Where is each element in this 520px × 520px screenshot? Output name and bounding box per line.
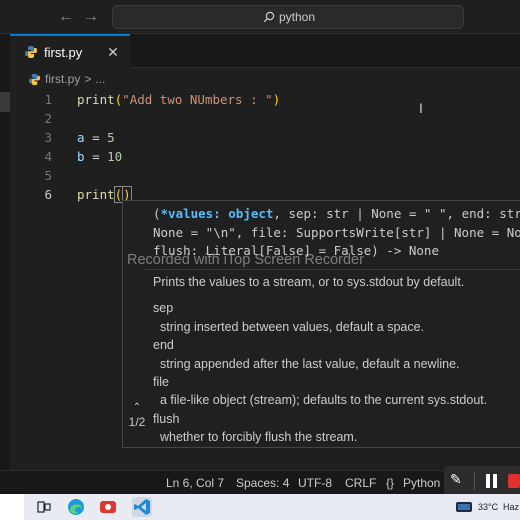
python-icon	[28, 73, 41, 85]
code-text: print("Add two NUmbers : ")	[77, 92, 281, 107]
overload-count: 1/2	[128, 415, 146, 429]
signature-docs: Prints the values to a stream, or to sys…	[153, 273, 520, 447]
activity-bar	[0, 34, 10, 470]
signature-help-popup: (*values: object, sep: str | None = " ",…	[122, 200, 520, 448]
code-line: 1 print("Add two NUmbers : ")	[10, 90, 520, 109]
pen-icon[interactable]: ✎	[450, 471, 462, 488]
code-line: 2	[10, 109, 520, 128]
param-name: sep	[153, 301, 174, 316]
task-view-icon[interactable]	[34, 497, 54, 517]
status-encoding[interactable]: UTF-8	[298, 471, 332, 495]
recorder-app-icon[interactable]	[98, 497, 118, 517]
divider	[143, 269, 520, 270]
command-center-search[interactable]: python	[112, 5, 464, 29]
search-icon	[263, 11, 275, 23]
arrow-left-icon[interactable]: ←	[55, 6, 77, 28]
status-spaces[interactable]: Spaces: 4	[236, 471, 289, 495]
status-position[interactable]: Ln 6, Col 7	[166, 471, 224, 495]
line-number: 4	[44, 149, 52, 164]
activity-marker	[0, 92, 10, 112]
code-line: 5	[10, 166, 520, 185]
taskbar: 33°C Haz	[0, 494, 520, 520]
param-name: end	[153, 338, 174, 353]
recorder-controls: ✎	[444, 466, 520, 496]
param-desc: a file-like object (stream); defaults to…	[160, 393, 488, 408]
status-eol[interactable]: CRLF	[345, 471, 376, 495]
title-bar: ← → python	[0, 0, 520, 34]
tab-first-py[interactable]: first.py ✕	[10, 34, 130, 68]
param-desc: string appended after the last value, de…	[160, 356, 460, 371]
edge-icon[interactable]	[66, 497, 86, 517]
line-number: 1	[44, 92, 52, 107]
close-icon[interactable]: ✕	[104, 43, 122, 61]
param-desc: string inserted between values, default …	[160, 319, 425, 334]
active-parameter: *values: object	[160, 206, 274, 221]
ibeam-cursor-icon: I	[419, 100, 423, 116]
chevron-up-icon[interactable]: ⌃	[123, 401, 151, 415]
temperature[interactable]: 33°C	[478, 494, 498, 520]
code-text: b = 10	[77, 149, 123, 164]
tab-label: first.py	[44, 44, 83, 60]
arrow-right-icon[interactable]: →	[80, 6, 102, 28]
status-language[interactable]: Python	[403, 471, 440, 495]
breadcrumb: first.py > ...	[28, 70, 105, 88]
weather-label[interactable]: Haz	[503, 494, 519, 520]
tab-bar: first.py ✕	[10, 34, 520, 68]
breadcrumb-separator: >	[84, 72, 92, 86]
param-desc: whether to forcibly flush the stream.	[160, 430, 358, 445]
overload-counter[interactable]: ⌃ 1/2	[123, 401, 151, 429]
search-text: python	[279, 10, 316, 24]
divider	[474, 472, 475, 490]
doc-description: Prints the values to a stream, or to sys…	[153, 275, 465, 289]
code-line: 3 a = 5	[10, 128, 520, 147]
recorder-watermark: Recorded with iTop Screen Recorder	[127, 252, 364, 268]
param-name: file	[153, 375, 169, 390]
line-number: 5	[44, 168, 52, 183]
code-line: 4 b = 10	[10, 147, 520, 166]
vscode-icon[interactable]	[132, 497, 152, 517]
code-text: a = 5	[77, 130, 115, 145]
start-area	[0, 494, 24, 520]
status-bar: Ln 6, Col 7 Spaces: 4 UTF-8 CRLF {} Pyth…	[0, 470, 520, 494]
braces-icon: {}	[386, 476, 395, 490]
line-number: 6	[44, 187, 52, 202]
stop-icon[interactable]	[508, 474, 520, 488]
pause-icon[interactable]	[486, 474, 498, 488]
line-number: 3	[44, 130, 52, 145]
python-icon	[25, 46, 37, 58]
param-name: flush	[153, 411, 180, 426]
breadcrumb-rest[interactable]: ...	[95, 72, 105, 86]
weather-icon[interactable]	[455, 499, 473, 515]
breadcrumb-file[interactable]: first.py	[45, 72, 80, 86]
line-number: 2	[44, 111, 52, 126]
